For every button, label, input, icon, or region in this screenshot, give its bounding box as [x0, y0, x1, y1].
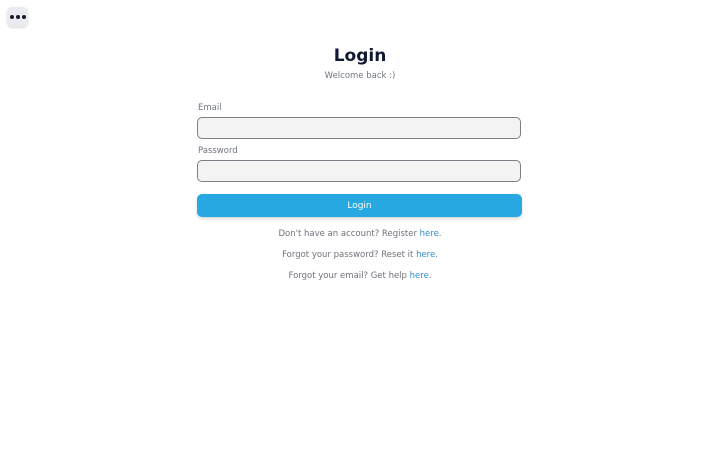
register-text: Don't have an account? Register: [278, 229, 420, 239]
reset-password-period: .: [435, 250, 438, 260]
email-help-period: .: [428, 271, 432, 281]
reset-password-link[interactable]: here: [416, 250, 435, 260]
reset-password-text: Forgot your password? Reset it: [282, 250, 417, 260]
email-help-link[interactable]: here: [410, 271, 429, 281]
email-field[interactable]: [197, 117, 521, 139]
password-field[interactable]: [197, 160, 521, 182]
login-button[interactable]: Login: [197, 194, 522, 217]
email-label: Email: [198, 103, 222, 113]
register-period: .: [438, 229, 442, 239]
register-link[interactable]: here: [420, 229, 439, 239]
register-line: Don't have an account? Register here.: [0, 229, 720, 239]
email-help-text: Forgot your email? Get help: [288, 271, 410, 281]
dot: [21, 15, 26, 19]
login-page: Login Welcome back :) Email Password Log…: [0, 0, 720, 450]
more-horizontal-icon: [9, 15, 26, 19]
dot: [9, 15, 14, 19]
page-subtitle: Welcome back :): [324, 71, 396, 81]
password-label: Password: [198, 146, 238, 156]
more-menu-button[interactable]: [7, 7, 28, 27]
page-title: Login: [333, 46, 387, 66]
dot: [15, 15, 20, 19]
reset-password-line: Forgot your password? Reset it here.: [0, 250, 720, 260]
email-help-line: Forgot your email? Get help here.: [0, 271, 720, 281]
